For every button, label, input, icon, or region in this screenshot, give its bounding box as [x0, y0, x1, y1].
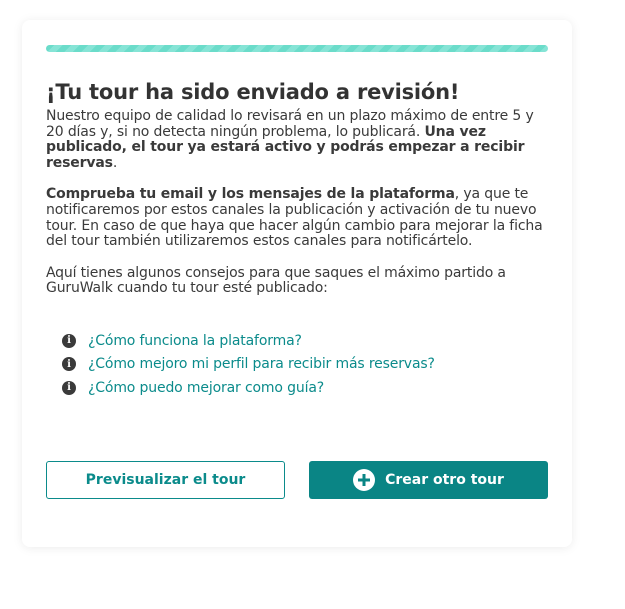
create-tour-label: Crear otro tour [385, 472, 504, 488]
action-buttons: Previsualizar el tour Crear otro tour [46, 461, 548, 499]
tip-item: i ¿Cómo puedo mejorar como guía? [62, 376, 548, 400]
review-info-paragraph: Nuestro equipo de calidad lo revisará en… [46, 108, 548, 171]
info-icon: i [62, 380, 76, 395]
tip-link-platform[interactable]: ¿Cómo funciona la plataforma? [88, 333, 302, 349]
tip-link-guide[interactable]: ¿Cómo puedo mejorar como guía? [88, 380, 324, 396]
progress-bar-fill [46, 45, 548, 52]
preview-tour-label: Previsualizar el tour [85, 472, 246, 488]
contact-info-bold: Comprueba tu email y los mensajes de la … [46, 186, 455, 203]
info-icon: i [62, 333, 76, 348]
tip-link-profile[interactable]: ¿Cómo mejoro mi perfil para recibir más … [88, 356, 435, 372]
review-info-end: . [112, 154, 118, 171]
progress-bar [46, 45, 548, 52]
contact-info-paragraph: Comprueba tu email y los mensajes de la … [46, 187, 548, 249]
tip-item: i ¿Cómo funciona la plataforma? [62, 329, 548, 353]
tips-intro: Aquí tienes algunos consejos para que sa… [46, 264, 506, 297]
info-icon: i [62, 357, 76, 372]
create-tour-button[interactable]: Crear otro tour [309, 461, 548, 499]
plus-circle-icon [353, 469, 376, 491]
tip-item: i ¿Cómo mejoro mi perfil para recibir má… [62, 352, 548, 376]
page-title: ¡Tu tour ha sido enviado a revisión! [46, 80, 460, 104]
preview-tour-button[interactable]: Previsualizar el tour [46, 461, 285, 499]
confirmation-card: ¡Tu tour ha sido enviado a revisión! Nue… [22, 20, 572, 547]
tips-list: i ¿Cómo funciona la plataforma? i ¿Cómo … [46, 329, 548, 400]
